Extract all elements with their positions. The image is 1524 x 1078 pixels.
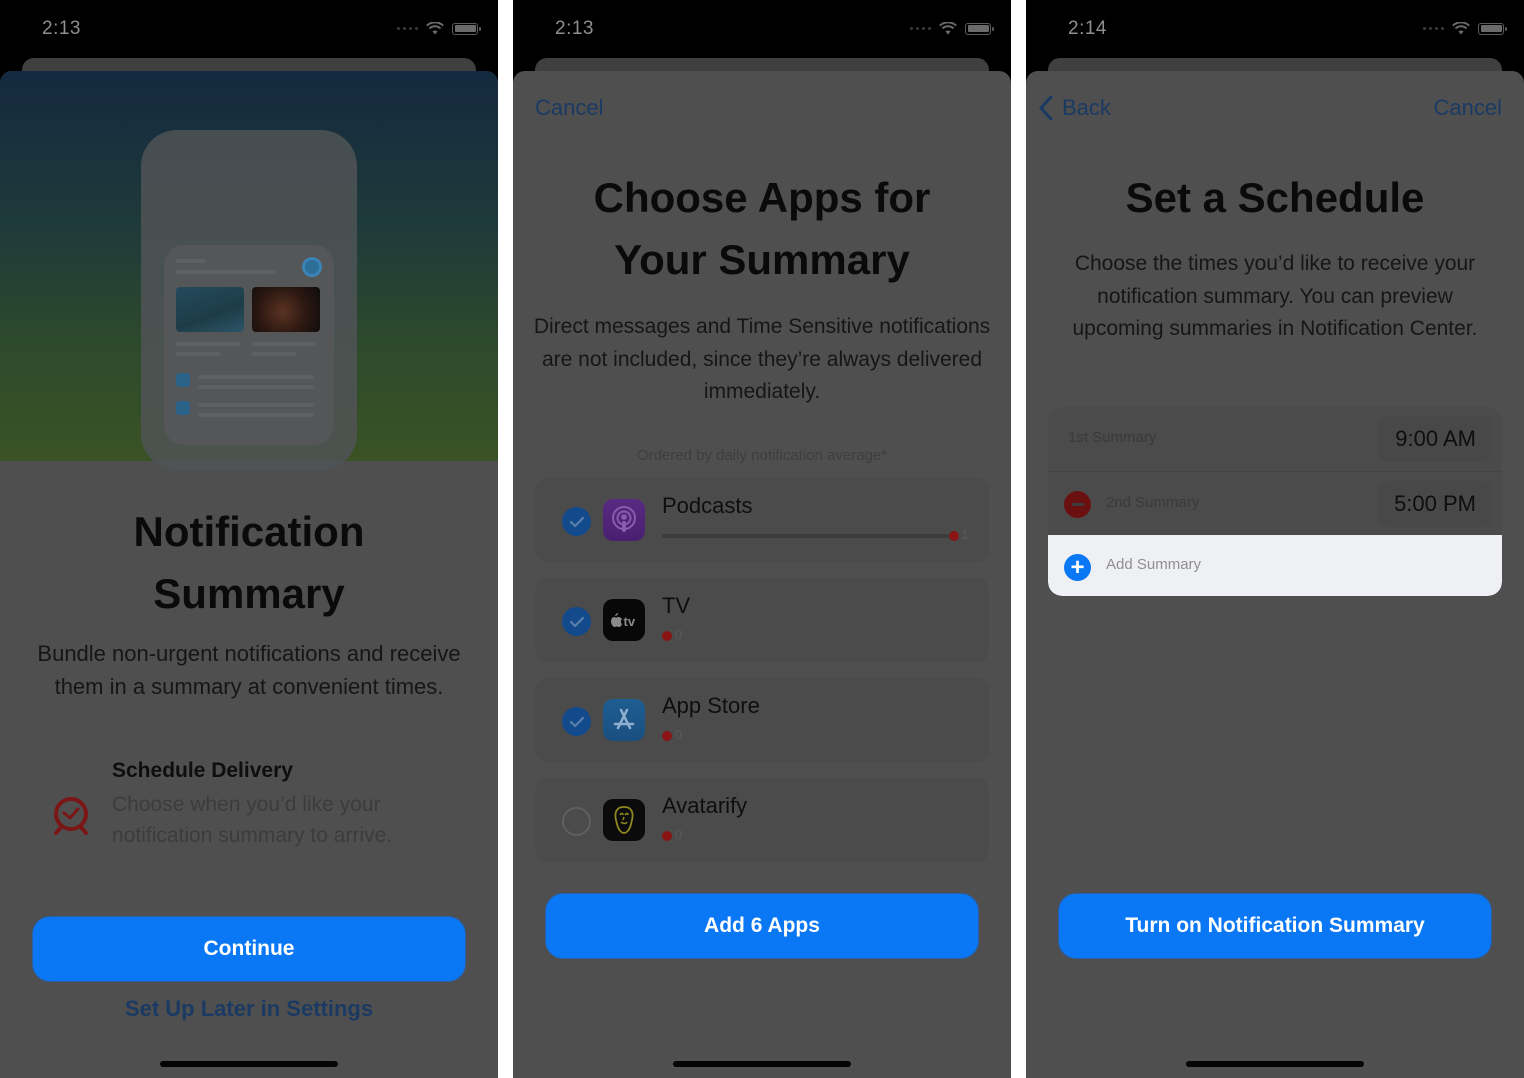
notification-average-bar xyxy=(662,534,952,538)
page-title: Choose Apps for Your Summary xyxy=(593,174,931,283)
checkmark-icon[interactable] xyxy=(562,707,591,736)
space-thumbnail xyxy=(252,287,320,332)
status-icons xyxy=(910,22,994,35)
avatarify-icon xyxy=(603,799,645,841)
checkmark-icon[interactable] xyxy=(562,507,591,536)
app-name: Avatarify xyxy=(662,793,748,818)
chevron-left-icon[interactable] xyxy=(1038,95,1054,121)
cellular-signal-icon xyxy=(397,27,418,30)
phone-screen-choose-apps: 2:13 Cancel Choose Apps for Your Summary… xyxy=(513,0,1011,1078)
back-button[interactable]: Back xyxy=(1062,95,1111,121)
ordering-note: Ordered by daily notification average* xyxy=(636,447,888,464)
modal-sheet: Cancel Choose Apps for Your Summary Dire… xyxy=(513,71,1011,1078)
page-description: Bundle non-urgent notifications and rece… xyxy=(37,641,461,699)
time-picker-button[interactable]: 9:00 AM xyxy=(1379,416,1492,462)
feature-title: Schedule Delivery xyxy=(112,759,293,782)
add-circle-icon[interactable]: + xyxy=(1064,554,1091,581)
app-row-tv[interactable]: tv TV 0 xyxy=(535,577,989,663)
continue-button[interactable]: Continue xyxy=(32,916,466,982)
remove-circle-icon[interactable] xyxy=(1064,491,1091,518)
notification-average-dot xyxy=(662,831,672,841)
summary-label: 2nd Summary xyxy=(1106,494,1200,511)
battery-icon xyxy=(1478,22,1507,35)
feature-description: Choose when you’d like your notification… xyxy=(112,793,393,847)
app-row-app-store[interactable]: App Store 0 xyxy=(535,677,989,763)
cellular-signal-icon xyxy=(910,27,931,30)
app-row-podcasts[interactable]: Podcasts 1 xyxy=(535,477,989,563)
summary-row-1: 1st Summary 9:00 AM xyxy=(1048,407,1502,471)
app-list: Podcasts 1 tv TV 0 App Store 0 Avatarify… xyxy=(535,477,989,877)
status-bar: 2:13 xyxy=(0,0,498,60)
battery-icon xyxy=(965,22,994,35)
app-row-avatarify[interactable]: Avatarify 0 xyxy=(535,777,989,863)
notification-count: 0 xyxy=(675,627,683,642)
illustration-phone xyxy=(141,130,357,470)
phone-screen-set-schedule: 2:14 Back Cancel Set a Schedule Choose t… xyxy=(1026,0,1524,1078)
time-picker-button[interactable]: 5:00 PM xyxy=(1378,481,1492,527)
notification-average-dot xyxy=(662,631,672,641)
illustration-summary-card xyxy=(164,245,334,445)
wifi-icon xyxy=(1452,22,1470,35)
apple-tv-icon: tv xyxy=(603,599,645,641)
phone-screen-notification-summary-intro: 2:13 Notification Summary Bundle non-urg… xyxy=(0,0,498,1078)
app-name: Podcasts xyxy=(662,493,753,518)
summary-row-2: 2nd Summary 5:00 PM xyxy=(1048,471,1502,535)
app-store-icon xyxy=(603,699,645,741)
status-bar: 2:13 xyxy=(513,0,1011,60)
notification-count: 0 xyxy=(675,827,683,842)
modal-sheet: Back Cancel Set a Schedule Choose the ti… xyxy=(1026,71,1524,1078)
page-description: Choose the times you’d like to receive y… xyxy=(1072,252,1478,340)
add-apps-button[interactable]: Add 6 Apps xyxy=(545,893,979,959)
cancel-button[interactable]: Cancel xyxy=(1434,95,1502,121)
status-time: 2:13 xyxy=(555,18,594,39)
status-bar: 2:14 xyxy=(1026,0,1524,60)
status-icons xyxy=(1423,22,1507,35)
page-title: Notification Summary xyxy=(133,508,365,617)
alarm-clock-icon xyxy=(54,797,88,835)
modal-sheet: Notification Summary Bundle non-urgent n… xyxy=(0,71,498,1078)
app-name: App Store xyxy=(662,693,760,718)
podcasts-icon xyxy=(603,499,645,541)
bell-icon xyxy=(302,257,322,277)
home-indicator[interactable] xyxy=(1186,1061,1364,1067)
status-time: 2:14 xyxy=(1068,18,1107,39)
summary-label: 1st Summary xyxy=(1068,429,1157,446)
landscape-thumbnail xyxy=(176,287,244,332)
notification-average-dot xyxy=(949,531,959,541)
notification-count: 0 xyxy=(675,727,683,742)
notification-average-dot xyxy=(662,731,672,741)
page-description: Direct messages and Time Sensitive notif… xyxy=(533,315,991,403)
add-summary-label: Add Summary xyxy=(1106,556,1202,573)
cancel-button[interactable]: Cancel xyxy=(535,95,603,121)
summary-schedule-list: 1st Summary 9:00 AM 2nd Summary 5:00 PM … xyxy=(1048,407,1502,596)
add-summary-row[interactable]: + Add Summary xyxy=(1048,535,1502,596)
app-name: TV xyxy=(662,593,691,618)
set-up-later-link[interactable]: Set Up Later in Settings xyxy=(0,996,498,1022)
unchecked-circle-icon[interactable] xyxy=(562,807,591,836)
home-indicator[interactable] xyxy=(160,1061,338,1067)
notification-count: 1 xyxy=(961,527,969,542)
cellular-signal-icon xyxy=(1423,27,1444,30)
wifi-icon xyxy=(426,22,444,35)
status-icons xyxy=(397,22,481,35)
checkmark-icon[interactable] xyxy=(562,607,591,636)
hero-illustration xyxy=(0,71,498,470)
battery-icon xyxy=(452,22,481,35)
home-indicator[interactable] xyxy=(673,1061,851,1067)
wifi-icon xyxy=(939,22,957,35)
page-title: Set a Schedule xyxy=(1125,174,1425,221)
status-time: 2:13 xyxy=(42,18,81,39)
svg-text:tv: tv xyxy=(624,614,636,628)
turn-on-notification-summary-button[interactable]: Turn on Notification Summary xyxy=(1058,893,1492,959)
